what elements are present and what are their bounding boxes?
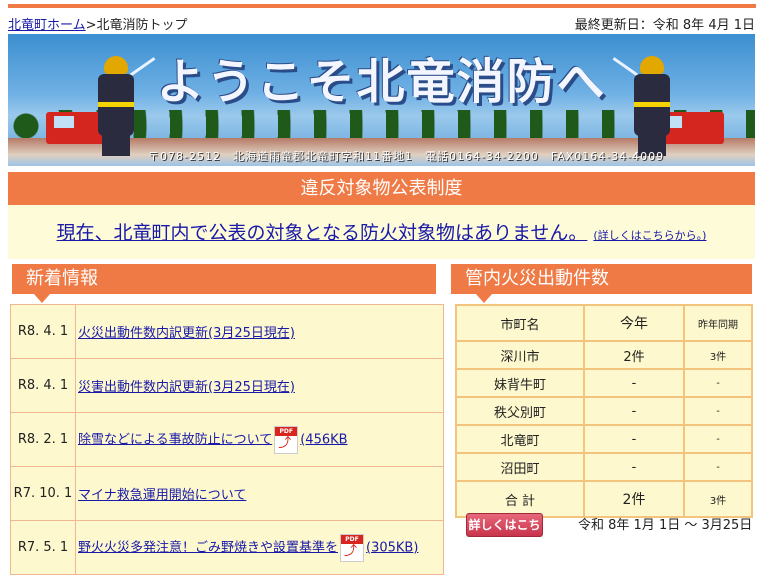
pdf-icon[interactable] [274, 425, 299, 454]
municipality-cell: 深川市 [455, 340, 585, 370]
news-cell: 野火火災多発注意！ごみ野焼きや設置基準を (305KB) [75, 520, 444, 575]
news-date: R7. 10. 1 [10, 466, 76, 521]
table-row: 妹背牛町 - - [455, 368, 753, 398]
header-banner: ようこそ北竜消防へ 〒078-2512 北海道雨竜郡北竜町字和11番地1 電話0… [8, 34, 755, 166]
this-year-cell: - [583, 452, 685, 482]
this-year-cell: - [583, 396, 685, 426]
total-label-cell: 合 計 [455, 480, 585, 518]
news-link[interactable]: 火災出動件数内訳更新(3月25日現在) [78, 326, 295, 341]
table-row: R8. 4. 1 火災出動件数内訳更新(3月25日現在) [10, 304, 444, 359]
column-header-municipality: 市町名 [455, 304, 585, 342]
breadcrumb-home-link[interactable]: 北竜町ホーム [8, 18, 86, 33]
last-year-cell: - [683, 452, 753, 482]
table-total-row: 合 計 2件 3件 [455, 480, 753, 518]
last-year-cell: - [683, 396, 753, 426]
news-date: R7. 5. 1 [10, 520, 76, 575]
last-year-cell: 3件 [683, 340, 753, 370]
news-file-size[interactable]: (456KB [300, 432, 347, 447]
news-link[interactable]: 災害出動件数内訳更新(3月25日現在) [78, 380, 295, 395]
table-row: 沼田町 - - [455, 452, 753, 482]
news-date: R8. 4. 1 [10, 304, 76, 359]
violation-notice: 現在、北竜町内で公表の対象となる防火対象物はありません。 (詳しくはこちらから。) [8, 205, 755, 259]
table-row: R8. 2. 1 除雪などによる事故防止について (456KB [10, 412, 444, 467]
breadcrumb: 北竜町ホーム>北竜消防トップ [8, 14, 188, 33]
last-year-cell: - [683, 368, 753, 398]
this-year-cell: 2件 [583, 340, 685, 370]
table-row: R8. 4. 1 災害出動件数内訳更新(3月25日現在) [10, 358, 444, 413]
news-cell: マイナ救急運用開始について [75, 466, 444, 521]
news-table: R8. 4. 1 火災出動件数内訳更新(3月25日現在) R8. 4. 1 災害… [10, 304, 444, 575]
violation-heading: 違反対象物公表制度 [8, 172, 755, 205]
banner-address: 〒078-2512 北海道雨竜郡北竜町字和11番地1 電話0164-34-220… [148, 150, 665, 163]
last-updated: 最終更新日：令和 8年 4月 1日 [574, 18, 755, 33]
breadcrumb-current: 北竜消防トップ [96, 18, 188, 33]
news-heading-arrow [34, 294, 50, 303]
fire-stats-heading-arrow [476, 294, 492, 303]
violation-message-link[interactable]: 現在、北竜町内で公表の対象となる防火対象物はありません。 [57, 222, 588, 244]
news-file-size[interactable]: (305KB) [366, 540, 418, 555]
news-heading: 新着情報 [12, 264, 436, 294]
news-cell: 火災出動件数内訳更新(3月25日現在) [75, 304, 444, 359]
last-year-cell: - [683, 424, 753, 454]
municipality-cell: 沼田町 [455, 452, 585, 482]
table-row: R7. 5. 1 野火火災多発注意！ごみ野焼きや設置基準を (305KB) [10, 520, 444, 575]
banner-title: ようこそ北竜消防へ [156, 54, 607, 110]
total-last-year-cell: 3件 [683, 480, 753, 518]
municipality-cell: 秩父別町 [455, 396, 585, 426]
table-row: 深川市 2件 3件 [455, 340, 753, 370]
municipality-cell: 北竜町 [455, 424, 585, 454]
news-date: R8. 4. 1 [10, 358, 76, 413]
pdf-icon[interactable] [340, 533, 365, 562]
table-row: 秩父別町 - - [455, 396, 753, 426]
this-year-cell: - [583, 424, 685, 454]
news-link[interactable]: 野火火災多発注意！ごみ野焼きや設置基準を [78, 540, 338, 555]
total-this-year-cell: 2件 [583, 480, 685, 518]
this-year-cell: - [583, 368, 685, 398]
news-cell: 除雪などによる事故防止について (456KB [75, 412, 444, 467]
violation-detail-link[interactable]: (詳しくはこちらから。) [593, 229, 706, 242]
table-row: 北竜町 - - [455, 424, 753, 454]
news-link[interactable]: 除雪などによる事故防止について [78, 432, 272, 447]
breadcrumb-separator: > [85, 18, 97, 33]
column-header-this-year: 今年 [583, 304, 685, 342]
column-header-last-year: 昨年同期 [683, 304, 753, 342]
fire-stats-detail-button[interactable]: 詳しくはこちら [466, 513, 543, 554]
top-accent-line [8, 4, 756, 8]
news-link[interactable]: マイナ救急運用開始について [78, 488, 246, 503]
news-cell: 災害出動件数内訳更新(3月25日現在) [75, 358, 444, 413]
fire-stats-heading: 管内火災出動件数 [451, 264, 752, 294]
table-row: R7. 10. 1 マイナ救急運用開始について [10, 466, 444, 521]
municipality-cell: 妹背牛町 [455, 368, 585, 398]
news-date: R8. 2. 1 [10, 412, 76, 467]
fire-stats-table: 市町名 今年 昨年同期 深川市 2件 3件 妹背牛町 - - 秩父別町 - - … [455, 304, 753, 518]
table-header-row: 市町名 今年 昨年同期 [455, 304, 753, 342]
fire-stats-period: 令和 8年 1月 1日 ～ 3月25日 [578, 518, 753, 533]
